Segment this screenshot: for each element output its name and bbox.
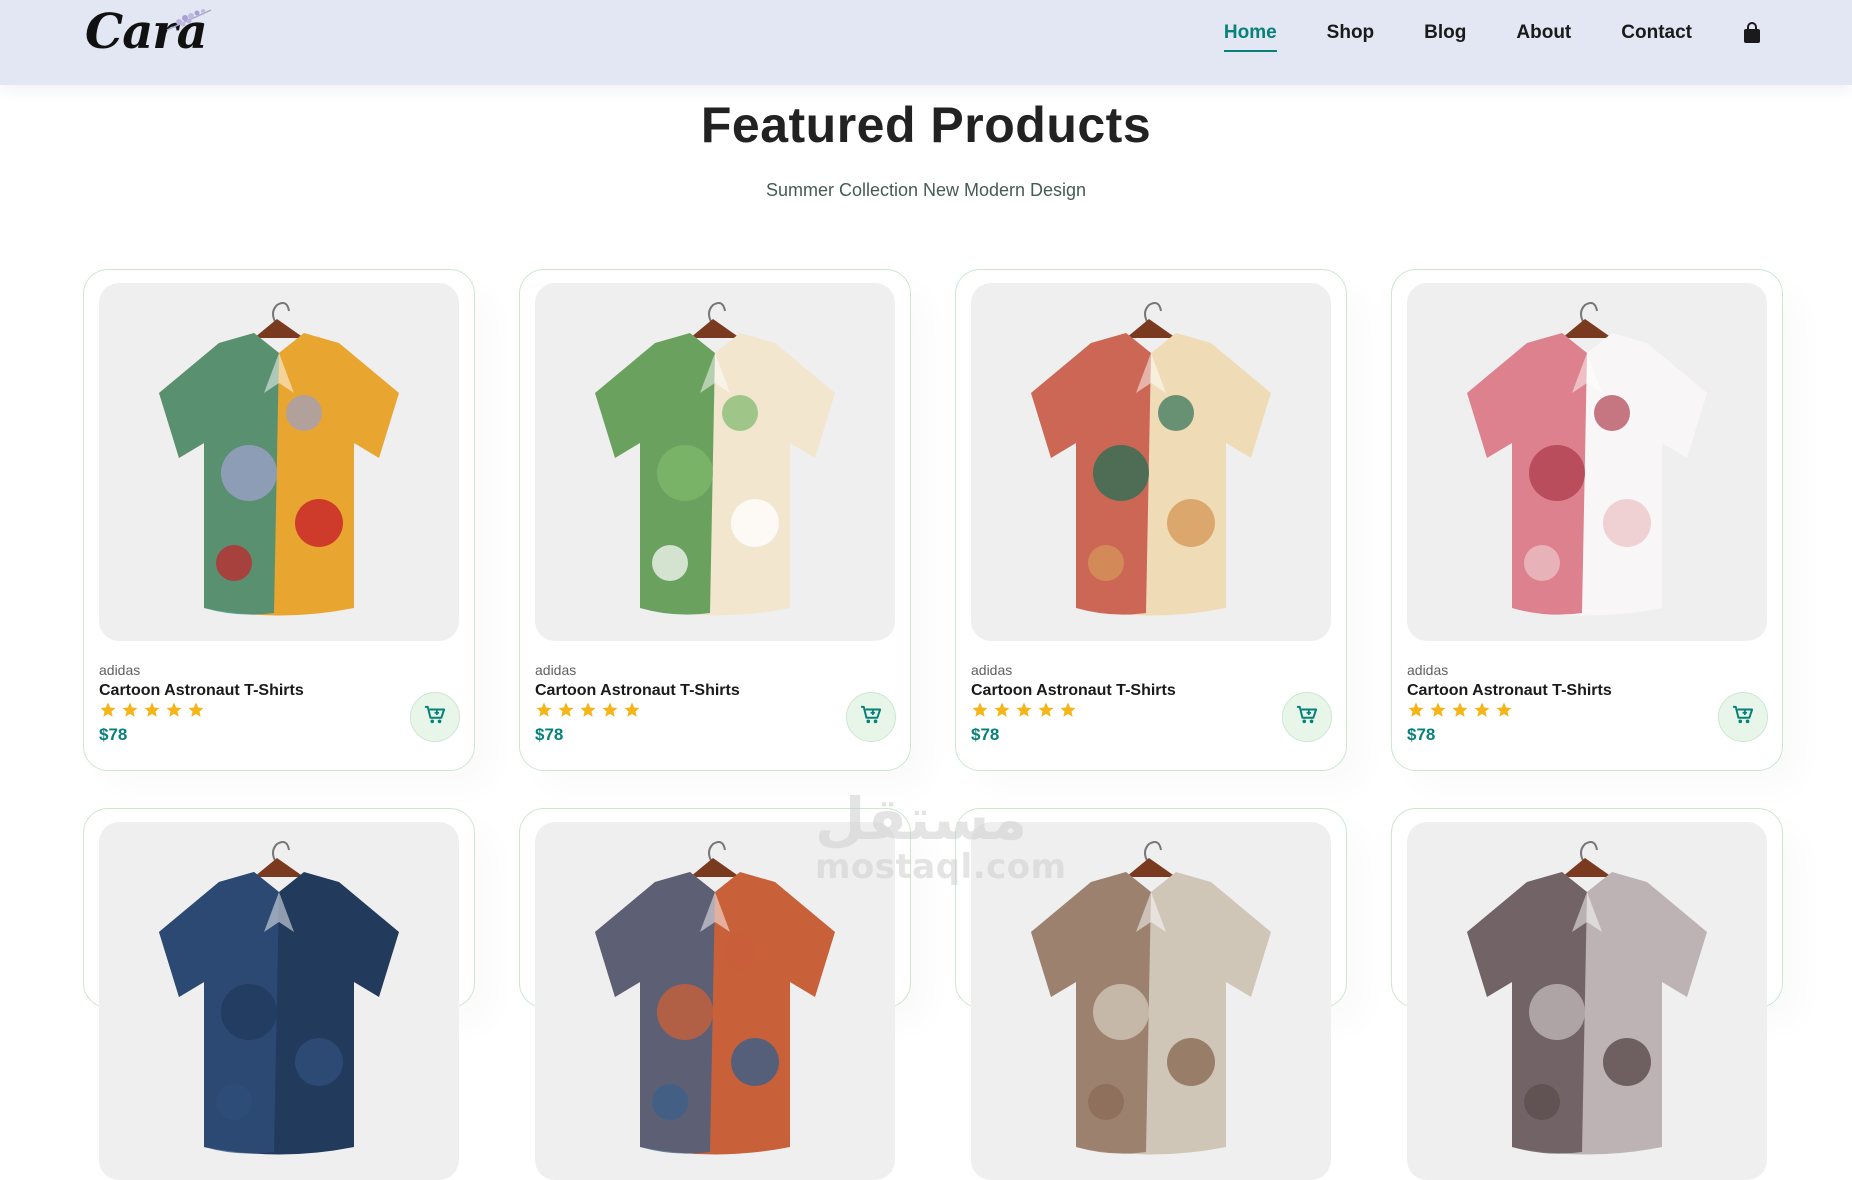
star-icon <box>557 701 575 719</box>
star-icon <box>579 701 597 719</box>
product-name: Cartoon Astronaut T-Shirts <box>99 682 304 699</box>
star-icon <box>1059 701 1077 719</box>
add-to-cart-button[interactable] <box>1282 692 1332 742</box>
product-image[interactable] <box>1407 822 1767 1180</box>
star-icon <box>187 701 205 719</box>
product-image[interactable] <box>535 283 895 641</box>
nav-about[interactable]: About <box>1516 22 1571 44</box>
product-card[interactable] <box>955 808 1347 1180</box>
product-price: $78 <box>971 725 1000 744</box>
product-image[interactable] <box>1407 283 1767 641</box>
add-to-cart-button[interactable] <box>846 692 896 742</box>
star-icon <box>99 701 117 719</box>
product-price: $78 <box>1407 725 1436 744</box>
product-card[interactable]: adidas Cartoon Astronaut T-Shirts $78 <box>83 269 475 771</box>
star-icon <box>993 701 1011 719</box>
product-image[interactable] <box>535 822 895 1180</box>
product-card[interactable]: adidas Cartoon Astronaut T-Shirts $78 <box>1391 269 1783 771</box>
star-icon <box>1495 701 1513 719</box>
star-icon <box>121 701 139 719</box>
add-to-cart-button[interactable] <box>410 692 460 742</box>
product-brand: adidas <box>535 662 577 678</box>
product-rating <box>99 701 209 719</box>
product-card[interactable] <box>1391 808 1783 1180</box>
product-card[interactable]: adidas Cartoon Astronaut T-Shirts $78 <box>955 269 1347 771</box>
product-price: $78 <box>535 725 564 744</box>
product-image[interactable] <box>971 822 1331 1180</box>
product-name: Cartoon Astronaut T-Shirts <box>1407 682 1612 699</box>
product-card[interactable] <box>83 808 475 1180</box>
product-brand: adidas <box>99 662 141 678</box>
star-icon <box>143 701 161 719</box>
product-rating <box>535 701 645 719</box>
product-image[interactable] <box>99 283 459 641</box>
star-icon <box>623 701 641 719</box>
star-icon <box>1429 701 1447 719</box>
star-icon <box>1037 701 1055 719</box>
nav-shop[interactable]: Shop <box>1327 22 1375 44</box>
star-icon <box>971 701 989 719</box>
product-name: Cartoon Astronaut T-Shirts <box>971 682 1176 699</box>
star-icon <box>535 701 553 719</box>
product-image[interactable] <box>99 822 459 1180</box>
section-title: Featured Products <box>700 97 1152 153</box>
product-card[interactable]: adidas Cartoon Astronaut T-Shirts $78 <box>519 269 911 771</box>
star-icon <box>1407 701 1425 719</box>
product-name: Cartoon Astronaut T-Shirts <box>535 682 740 699</box>
cart-icon <box>1296 705 1318 730</box>
product-rating <box>1407 701 1517 719</box>
star-icon <box>1473 701 1491 719</box>
star-icon <box>1451 701 1469 719</box>
product-brand: adidas <box>971 662 1013 678</box>
shopping-bag-icon[interactable] <box>1742 22 1762 44</box>
product-price: $78 <box>99 725 128 744</box>
nav-home[interactable]: Home <box>1223 22 1277 52</box>
nav-contact[interactable]: Contact <box>1621 22 1692 44</box>
nav-blog[interactable]: Blog <box>1424 22 1466 44</box>
product-card[interactable] <box>519 808 911 1180</box>
star-icon <box>1015 701 1033 719</box>
logo[interactable]: Cara <box>85 4 215 64</box>
cart-icon <box>1732 705 1754 730</box>
product-rating <box>971 701 1081 719</box>
section-subtitle: Summer Collection New Modern Design <box>765 180 1087 200</box>
site-header: Cara Home Shop Blog About Contact <box>0 0 1852 85</box>
cart-icon <box>860 705 882 730</box>
main-nav: Home Shop Blog About Contact <box>1174 0 1762 66</box>
star-icon <box>165 701 183 719</box>
lavender-logo-icon <box>166 9 212 31</box>
star-icon <box>601 701 619 719</box>
product-image[interactable] <box>971 283 1331 641</box>
add-to-cart-button[interactable] <box>1718 692 1768 742</box>
product-brand: adidas <box>1407 662 1449 678</box>
cart-icon <box>424 705 446 730</box>
